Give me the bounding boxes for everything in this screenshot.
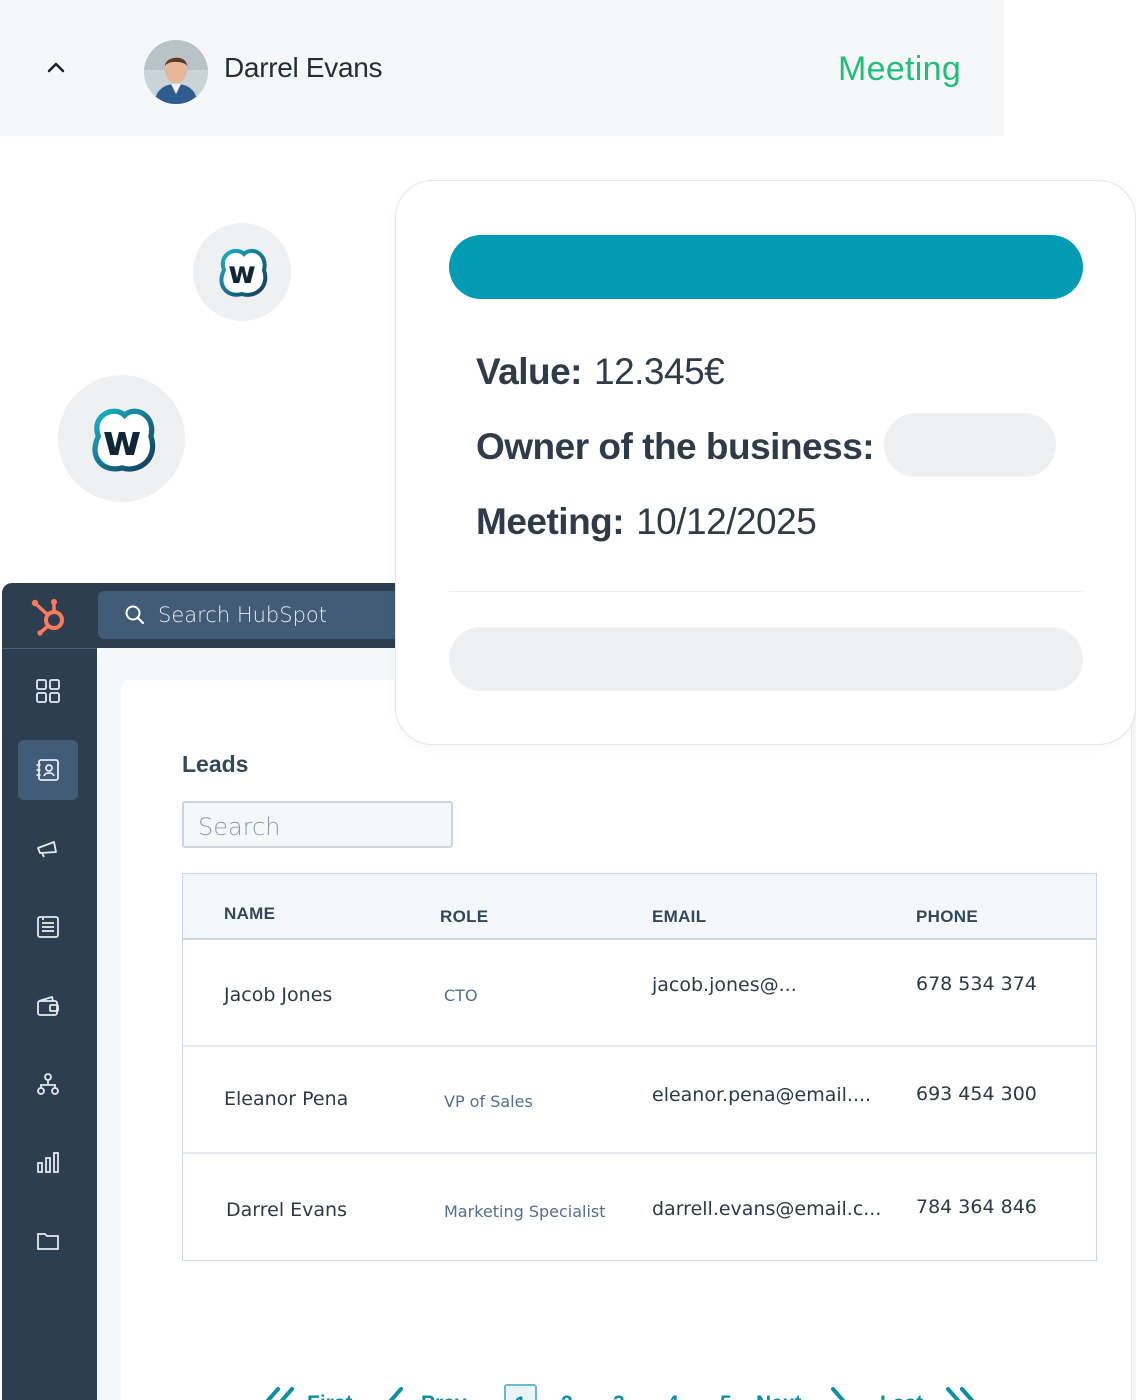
- leads-panel: Leads Search NAME ROLE EMAIL PHONE Jacob…: [121, 680, 1132, 1400]
- lead-email[interactable]: darrell.evans@email.c...: [652, 1198, 881, 1220]
- chevron-right-icon[interactable]: [829, 1386, 851, 1400]
- lead-email[interactable]: jacob.jones@...: [652, 974, 797, 996]
- document-icon: [37, 916, 59, 938]
- lead-email[interactable]: eleanor.pena@email....: [652, 1084, 871, 1106]
- chevron-left-icon[interactable]: [383, 1386, 405, 1400]
- sidebar-item-reports[interactable]: [18, 1133, 78, 1193]
- column-header-phone[interactable]: PHONE: [916, 907, 978, 927]
- hubspot-sidebar: [2, 648, 97, 1400]
- w-logo-icon: w: [193, 223, 291, 321]
- pagination-page-1[interactable]: 1: [504, 1384, 537, 1400]
- svg-text:w: w: [102, 415, 141, 464]
- megaphone-icon: [37, 841, 57, 858]
- deal-value: 12.345€: [594, 351, 725, 392]
- contact-status: Meeting: [838, 50, 962, 88]
- deal-value-row: Value: 12.345€: [476, 351, 725, 393]
- hubspot-main: Leads Search NAME ROLE EMAIL PHONE Jacob…: [97, 648, 1136, 1400]
- sidebar-item-automation[interactable]: [18, 1054, 78, 1114]
- pagination-last[interactable]: Last: [880, 1392, 923, 1400]
- lead-phone: 678 534 374: [916, 973, 1037, 995]
- contact-header: Darrel Evans Meeting: [0, 0, 1004, 136]
- svg-text:w: w: [228, 256, 256, 291]
- deal-owner-placeholder: [884, 413, 1056, 477]
- lead-name[interactable]: Darrel Evans: [226, 1199, 347, 1221]
- deal-meeting-date: 10/12/2025: [636, 501, 817, 542]
- table-row[interactable]: Eleanor Pena VP of Sales eleanor.pena@em…: [183, 1047, 1096, 1154]
- pagination-page-4[interactable]: 4: [667, 1392, 679, 1400]
- deal-footer-placeholder: [449, 627, 1083, 691]
- pagination-page-2[interactable]: 2: [561, 1392, 573, 1400]
- sidebar-item-marketing[interactable]: [18, 819, 78, 879]
- double-chevron-right-icon[interactable]: [943, 1386, 979, 1400]
- contacts-icon: [36, 759, 59, 781]
- grid-icon: [36, 679, 60, 703]
- lead-phone: 784 364 846: [916, 1196, 1037, 1218]
- pagination: First Prev 1 2 3 4 5 Next Last: [265, 1380, 1001, 1400]
- column-header-email[interactable]: EMAIL: [652, 907, 706, 927]
- deal-meeting-row: Meeting: 10/12/2025: [476, 501, 817, 543]
- table-header: NAME ROLE EMAIL PHONE: [183, 874, 1096, 940]
- sidebar-item-files[interactable]: [18, 1211, 78, 1271]
- lead-role: VP of Sales: [444, 1092, 533, 1111]
- lead-name[interactable]: Jacob Jones: [224, 984, 332, 1006]
- contact-name: Darrel Evans: [224, 52, 383, 83]
- sidebar-item-contacts[interactable]: [18, 740, 78, 800]
- divider: [449, 591, 1083, 592]
- deal-owner-label: Owner of the business:: [476, 426, 875, 467]
- page-title: Leads: [182, 751, 249, 777]
- hubspot-logo-icon[interactable]: [28, 595, 70, 637]
- lead-phone: 693 454 300: [916, 1083, 1037, 1105]
- bar-chart-icon: [37, 1152, 59, 1173]
- deal-owner-row: Owner of the business:: [476, 426, 875, 468]
- deal-card: Value: 12.345€ Owner of the business: Mee…: [395, 180, 1136, 745]
- wallet-icon: [37, 995, 59, 1016]
- column-header-role[interactable]: ROLE: [440, 907, 488, 927]
- sidebar-item-content[interactable]: [18, 897, 78, 957]
- hubspot-search-placeholder: Search HubSpot: [158, 603, 327, 627]
- deal-header-bar: [449, 235, 1083, 299]
- search-icon: [124, 604, 146, 626]
- hubspot-search-bar[interactable]: Search HubSpot: [98, 591, 418, 639]
- pagination-prev[interactable]: Prev: [421, 1392, 467, 1400]
- lead-role: CTO: [444, 986, 478, 1005]
- leads-table: NAME ROLE EMAIL PHONE Jacob Jones CTO ja…: [182, 873, 1097, 1261]
- sidebar-item-dashboard[interactable]: [18, 661, 78, 721]
- table-row[interactable]: Darrel Evans Marketing Specialist darrel…: [183, 1154, 1096, 1260]
- leads-search-input[interactable]: Search: [182, 801, 453, 848]
- folder-icon: [37, 1233, 59, 1250]
- pagination-page-5[interactable]: 5: [720, 1392, 732, 1400]
- hierarchy-icon: [37, 1073, 59, 1095]
- column-header-name[interactable]: NAME: [224, 904, 275, 924]
- chevron-up-icon[interactable]: [44, 56, 68, 80]
- sidebar-item-commerce[interactable]: [18, 976, 78, 1036]
- lead-name[interactable]: Eleanor Pena: [224, 1088, 348, 1110]
- lead-role: Marketing Specialist: [444, 1202, 606, 1221]
- pagination-first[interactable]: First: [307, 1392, 353, 1400]
- double-chevron-left-icon[interactable]: [261, 1386, 297, 1400]
- avatar: [144, 40, 208, 104]
- pagination-page-3[interactable]: 3: [613, 1392, 625, 1400]
- pagination-next[interactable]: Next: [756, 1392, 802, 1400]
- deal-value-label: Value:: [476, 351, 583, 392]
- table-row[interactable]: Jacob Jones CTO jacob.jones@... 678 534 …: [183, 940, 1096, 1047]
- deal-meeting-label: Meeting:: [476, 501, 625, 542]
- w-logo-icon: w: [58, 375, 185, 502]
